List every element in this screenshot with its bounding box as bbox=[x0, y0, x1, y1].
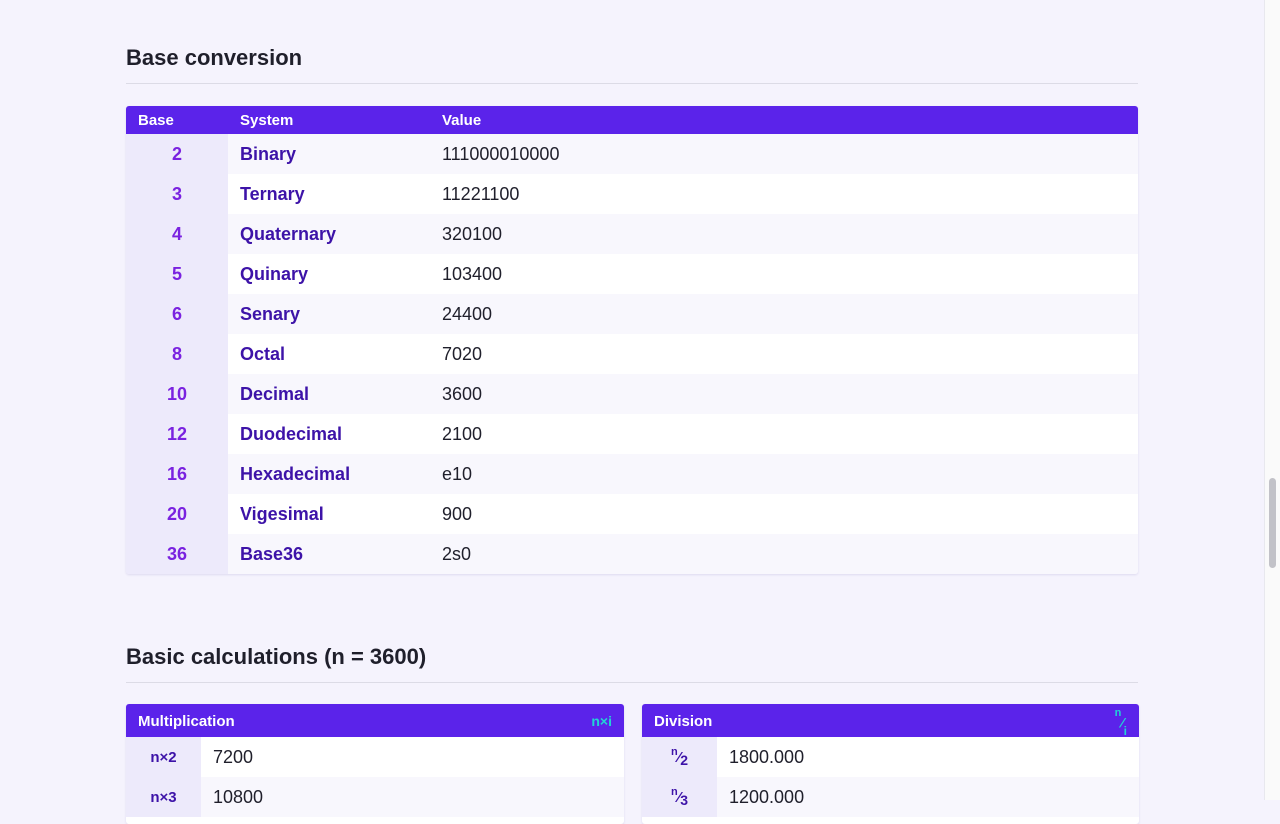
table-row: 6 Senary 24400 bbox=[126, 294, 1138, 334]
system-name: Ternary bbox=[228, 174, 430, 214]
base-number: 16 bbox=[126, 454, 228, 494]
fraction-numerator: n bbox=[670, 746, 678, 758]
system-name: Quaternary bbox=[228, 214, 430, 254]
multiplier-label: n×3 bbox=[126, 777, 201, 817]
base-number: 8 bbox=[126, 334, 228, 374]
calc-row: n ⁄ 3 1200.000 bbox=[642, 777, 1139, 817]
scrollbar-thumb[interactable] bbox=[1269, 478, 1276, 568]
fraction-denominator: 3 bbox=[680, 792, 689, 808]
multiplication-header: Multiplication n×i bbox=[126, 704, 624, 737]
division-card: Division n⁄i n ⁄ 2 1800.000 n ⁄ 3 1200.000 bbox=[642, 704, 1139, 824]
base-number: 36 bbox=[126, 534, 228, 574]
system-name: Quinary bbox=[228, 254, 430, 294]
base-number: 4 bbox=[126, 214, 228, 254]
converted-value: 24400 bbox=[430, 294, 1138, 334]
fraction-denominator: 2 bbox=[680, 752, 689, 768]
divisor-label: n ⁄ 3 bbox=[642, 777, 717, 817]
division-symbol: n⁄i bbox=[1115, 707, 1127, 738]
table-row: 36 Base36 2s0 bbox=[126, 534, 1138, 574]
vertical-scrollbar[interactable] bbox=[1264, 0, 1280, 800]
multiplication-card: Multiplication n×i n×2 7200 n×3 10800 bbox=[126, 704, 624, 824]
system-name: Base36 bbox=[228, 534, 430, 574]
converted-value: 2s0 bbox=[430, 534, 1138, 574]
base-number: 10 bbox=[126, 374, 228, 414]
base-number: 2 bbox=[126, 134, 228, 174]
quotient-value: 1800.000 bbox=[729, 746, 805, 767]
base-number: 20 bbox=[126, 494, 228, 534]
calc-row: n×3 10800 bbox=[126, 777, 624, 817]
base-conversion-table: Base System Value 2 Binary 111000010000 … bbox=[126, 106, 1138, 574]
table-row: 8 Octal 7020 bbox=[126, 334, 1138, 374]
product-value: 7200 bbox=[213, 746, 254, 767]
base-number: 3 bbox=[126, 174, 228, 214]
header-base: Base bbox=[126, 106, 228, 134]
product-value: 10800 bbox=[213, 786, 264, 807]
system-name: Decimal bbox=[228, 374, 430, 414]
basic-calculations-title: Basic calculations (n = 3600) bbox=[126, 644, 1138, 683]
table-row: 10 Decimal 3600 bbox=[126, 374, 1138, 414]
fraction-numerator: n bbox=[670, 786, 678, 798]
table-row: 2 Binary 111000010000 bbox=[126, 134, 1138, 174]
divisor-label: n ⁄ 2 bbox=[642, 737, 717, 777]
quotient-value: 1200.000 bbox=[729, 786, 805, 807]
table-row: 16 Hexadecimal e10 bbox=[126, 454, 1138, 494]
calc-row: n ⁄ 2 1800.000 bbox=[642, 737, 1139, 777]
table-row: 20 Vigesimal 900 bbox=[126, 494, 1138, 534]
multiplication-title: Multiplication bbox=[138, 713, 235, 730]
multiplication-symbol: n×i bbox=[591, 713, 612, 729]
table-row: 4 Quaternary 320100 bbox=[126, 214, 1138, 254]
division-symbol-numerator: n bbox=[1114, 707, 1122, 719]
converted-value: 7020 bbox=[430, 334, 1138, 374]
system-name: Octal bbox=[228, 334, 430, 374]
base-number: 12 bbox=[126, 414, 228, 454]
converted-value: 320100 bbox=[430, 214, 1138, 254]
converted-value: 2100 bbox=[430, 414, 1138, 454]
table-row: 5 Quinary 103400 bbox=[126, 254, 1138, 294]
converted-value: 111000010000 bbox=[430, 134, 1138, 174]
table-row: 3 Ternary 11221100 bbox=[126, 174, 1138, 214]
converted-value: 3600 bbox=[430, 374, 1138, 414]
system-name: Duodecimal bbox=[228, 414, 430, 454]
base-number: 5 bbox=[126, 254, 228, 294]
table-row: 12 Duodecimal 2100 bbox=[126, 414, 1138, 454]
converted-value: 11221100 bbox=[430, 174, 1138, 214]
multiplier-label: n×2 bbox=[126, 737, 201, 777]
header-system: System bbox=[228, 106, 430, 134]
calc-row: n×2 7200 bbox=[126, 737, 624, 777]
system-name: Vigesimal bbox=[228, 494, 430, 534]
system-name: Binary bbox=[228, 134, 430, 174]
division-header: Division n⁄i bbox=[642, 704, 1139, 738]
system-name: Hexadecimal bbox=[228, 454, 430, 494]
converted-value: 103400 bbox=[430, 254, 1138, 294]
table-header-row: Base System Value bbox=[126, 106, 1138, 134]
system-name: Senary bbox=[228, 294, 430, 334]
division-symbol-denominator: i bbox=[1123, 724, 1127, 739]
division-title: Division bbox=[654, 713, 713, 730]
converted-value: e10 bbox=[430, 454, 1138, 494]
base-number: 6 bbox=[126, 294, 228, 334]
header-value: Value bbox=[430, 106, 1138, 134]
base-conversion-title: Base conversion bbox=[126, 45, 1138, 84]
converted-value: 900 bbox=[430, 494, 1138, 534]
